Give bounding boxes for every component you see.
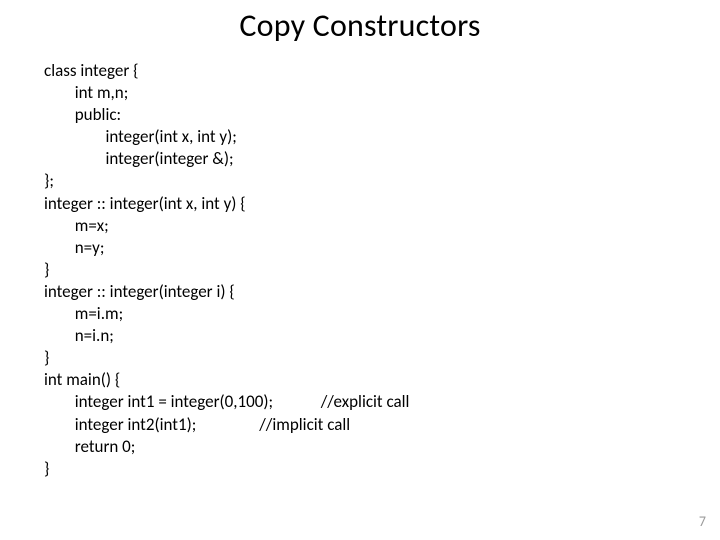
- code-line: m=i.m;: [44, 303, 123, 324]
- code-line: }: [44, 458, 49, 479]
- code-line: integer :: integer(int x, int y) {: [44, 193, 246, 214]
- code-line: int m,n;: [44, 82, 128, 103]
- code-line: integer(integer &);: [44, 148, 234, 169]
- code-line: n=i.n;: [44, 325, 114, 346]
- code-line: }: [44, 259, 49, 280]
- code-line: n=y;: [44, 237, 104, 258]
- code-line: integer :: integer(integer i) {: [44, 281, 235, 302]
- code-line: m=x;: [44, 215, 109, 236]
- code-line: integer int2(int1); //implicit call: [44, 414, 350, 435]
- code-line: class integer {: [44, 60, 138, 81]
- code-line: integer(int x, int y);: [44, 126, 237, 147]
- slide-title: Copy Constructors: [0, 6, 720, 45]
- code-line: integer int1 = integer(0,100); //explici…: [44, 391, 409, 412]
- code-line: int main() {: [44, 369, 120, 390]
- code-block: class integer { int m,n; public: integer…: [44, 60, 684, 480]
- slide: Copy Constructors class integer { int m,…: [0, 0, 720, 540]
- code-line: public:: [44, 104, 121, 125]
- code-line: return 0;: [44, 436, 135, 457]
- code-line: };: [44, 170, 54, 191]
- code-line: }: [44, 347, 49, 368]
- page-number: 7: [699, 513, 706, 530]
